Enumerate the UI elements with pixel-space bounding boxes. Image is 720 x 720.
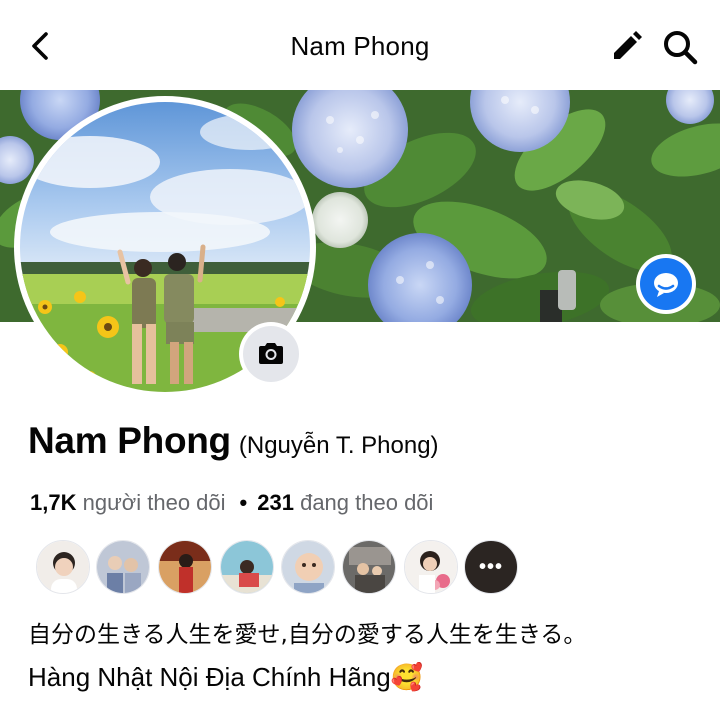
profile-name: Nam Phong	[28, 420, 231, 461]
friend-avatar[interactable]	[96, 540, 150, 594]
followers-link[interactable]: 1,7K người theo dõi	[30, 490, 226, 515]
alternate-name: (Nguyễn T. Phong)	[238, 432, 439, 459]
follow-stats: 1,7K người theo dõi • 231 đang theo dõi	[30, 490, 433, 516]
following-label: đang theo dõi	[300, 490, 434, 515]
friend-avatar[interactable]	[342, 540, 396, 594]
following-count: 231	[257, 490, 294, 515]
friend-avatar[interactable]	[281, 540, 335, 594]
profile-name-row: Nam Phong (Nguyễn T. Phong)	[28, 420, 439, 462]
camera-icon	[259, 343, 283, 364]
followers-count: 1,7K	[30, 490, 77, 515]
search-icon	[664, 31, 698, 65]
edit-button[interactable]	[606, 27, 646, 67]
bio-line-2: Hàng Nhật Nội Địa Chính Hãng🥰	[28, 662, 424, 692]
friend-avatar[interactable]	[220, 540, 274, 594]
followers-label: người theo dõi	[82, 490, 226, 515]
more-friends-button[interactable]: •••	[464, 540, 518, 594]
search-button[interactable]	[660, 27, 700, 67]
pencil-icon	[614, 31, 642, 59]
messenger-button[interactable]	[640, 258, 692, 310]
top-bar: Nam Phong	[0, 0, 720, 90]
profile-bio: 自分の生きる人生を愛せ,自分の愛する人生を生きる。 Hàng Nhật Nội …	[28, 614, 586, 698]
following-link[interactable]: 231 đang theo dõi	[257, 490, 433, 515]
friend-avatar[interactable]	[36, 540, 90, 594]
friend-avatar[interactable]	[158, 540, 212, 594]
friend-avatar[interactable]	[404, 540, 458, 594]
bio-line-1: 自分の生きる人生を愛せ,自分の愛する人生を生きる。	[28, 622, 587, 648]
stats-separator: •	[239, 490, 248, 515]
edit-profile-picture-button[interactable]	[243, 326, 299, 382]
messenger-icon	[654, 273, 678, 297]
